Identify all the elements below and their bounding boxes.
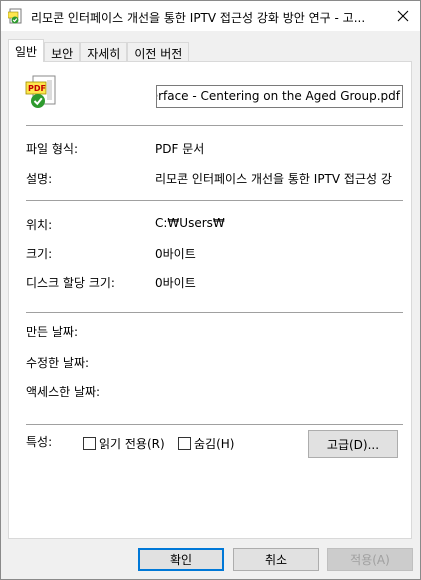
pdf-file-icon: PDF — [25, 75, 56, 108]
checkbox-box[interactable] — [178, 436, 191, 450]
description-label: 설명: — [26, 172, 53, 186]
ok-button[interactable]: 확인 — [138, 548, 224, 571]
separator — [26, 312, 403, 313]
title-bar[interactable]: 리모콘 인터페이스 개선을 통한 IPTV 접근성 강화 방안 연구 - 고..… — [1, 1, 420, 31]
separator — [26, 424, 403, 425]
svg-text:PDF: PDF — [28, 84, 46, 93]
close-icon — [397, 10, 409, 22]
created-label: 만든 날짜: — [26, 325, 79, 339]
properties-window: 리모콘 인터페이스 개선을 통한 IPTV 접근성 강화 방안 연구 - 고..… — [0, 0, 421, 580]
pdf-file-icon — [8, 8, 22, 24]
tab-details[interactable]: 자세히 — [80, 42, 128, 62]
hidden-checkbox[interactable]: 숨김(H) — [178, 436, 235, 451]
file-type-label: 파일 형식: — [26, 142, 79, 156]
size-on-disk-label: 디스크 할당 크기: — [26, 276, 115, 290]
separator — [26, 200, 403, 201]
tab-general[interactable]: 일반 — [8, 39, 45, 62]
attributes-label: 특성: — [26, 435, 53, 449]
location-value: C:₩Users₩ — [155, 216, 225, 230]
advanced-button[interactable]: 고급(D)... — [308, 430, 398, 458]
filename-text: nterface - Centering on the Aged Group.p… — [156, 89, 400, 103]
close-button[interactable] — [386, 1, 420, 31]
tab-security[interactable]: 보안 — [44, 42, 81, 62]
readonly-checkbox-label: 읽기 전용(R) — [99, 436, 165, 451]
description-value: 리모콘 인터페이스 개선을 통한 IPTV 접근성 강 — [155, 172, 392, 186]
checkbox-box[interactable] — [83, 436, 96, 450]
apply-button: 적용(A) — [327, 548, 413, 571]
hidden-checkbox-label: 숨김(H) — [194, 436, 235, 451]
separator — [26, 125, 403, 126]
tab-strip: 일반 보안 자세히 이전 버전 — [8, 39, 190, 62]
accessed-label: 액세스한 날짜: — [26, 385, 101, 399]
file-type-value: PDF 문서 — [155, 142, 205, 156]
cancel-button[interactable]: 취소 — [233, 548, 319, 571]
filename-field[interactable]: nterface - Centering on the Aged Group.p… — [156, 85, 403, 108]
window-title: 리모콘 인터페이스 개선을 통한 IPTV 접근성 강화 방안 연구 - 고..… — [31, 11, 366, 25]
location-label: 위치: — [26, 218, 53, 232]
size-value: 0바이트 — [155, 247, 196, 261]
readonly-checkbox[interactable]: 읽기 전용(R) — [83, 436, 165, 451]
size-label: 크기: — [26, 247, 53, 261]
tab-previous-versions[interactable]: 이전 버전 — [127, 42, 190, 62]
general-panel: PDF nterface - Centering on the Aged Gro… — [8, 61, 412, 539]
size-on-disk-value: 0바이트 — [155, 276, 196, 290]
modified-label: 수정한 날짜: — [26, 356, 90, 370]
